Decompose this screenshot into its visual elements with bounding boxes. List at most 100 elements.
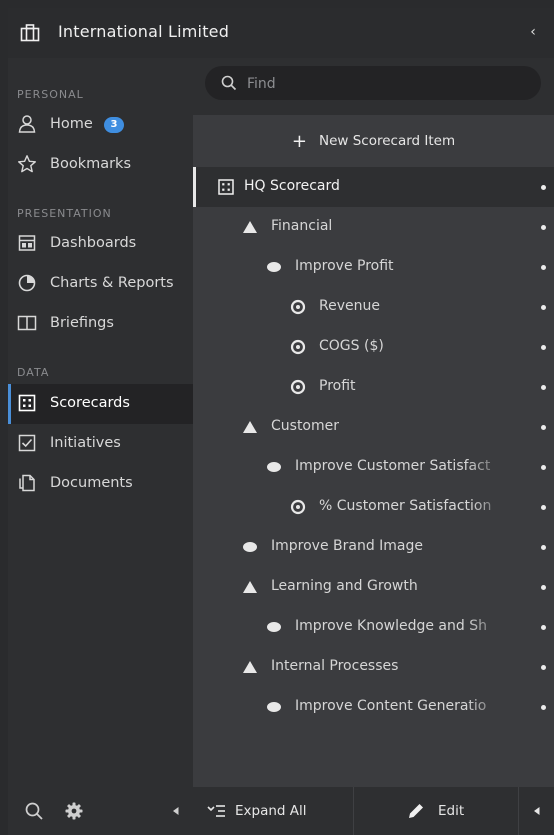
sidebar-item-charts-reports[interactable]: Charts & Reports — [8, 264, 193, 304]
tree-row-profit[interactable]: Profit — [193, 367, 554, 407]
search-input[interactable] — [245, 72, 529, 96]
section-label-personal: PERSONAL — [17, 88, 84, 101]
tree-row-label: Improve Profit — [295, 258, 394, 274]
triangle-icon — [243, 421, 257, 433]
dashboard-icon — [17, 233, 37, 253]
row-menu-icon[interactable] — [541, 305, 546, 310]
ellipse-icon — [243, 542, 257, 552]
row-menu-icon[interactable] — [541, 505, 546, 510]
row-menu-icon[interactable] — [541, 425, 546, 430]
tree-row-label: Improve Content Generatio — [295, 698, 487, 714]
tree-row-label: HQ Scorecard — [244, 178, 340, 194]
ellipse-icon — [267, 702, 281, 712]
expand-all-label: Expand All — [235, 803, 307, 819]
pie-chart-icon — [17, 273, 37, 293]
row-menu-icon[interactable] — [541, 625, 546, 630]
tree-row-label: % Customer Satisfaction — [319, 498, 492, 514]
tree-row-cogs[interactable]: COGS ($) — [193, 327, 554, 367]
scorecard-tree: HQ Scorecard Financial Improve Profit Re… — [193, 167, 554, 727]
row-menu-icon[interactable] — [541, 225, 546, 230]
chevron-left-icon[interactable]: ‹ — [526, 24, 540, 40]
tree-row-label: Improve Brand Image — [271, 538, 424, 554]
sidebar-item-label: Dashboards — [50, 235, 137, 251]
star-icon — [17, 154, 37, 174]
tree-row-label: Profit — [319, 378, 356, 394]
row-menu-icon[interactable] — [541, 705, 546, 710]
search-box[interactable] — [205, 66, 541, 100]
book-icon — [17, 313, 37, 333]
target-icon — [290, 379, 306, 395]
gear-icon[interactable] — [64, 801, 84, 821]
tree-row-learning-growth[interactable]: Learning and Growth — [193, 567, 554, 607]
tree-row-internal-processes[interactable]: Internal Processes — [193, 647, 554, 687]
tree-row-improve-knowledge[interactable]: Improve Knowledge and Sh — [193, 607, 554, 647]
triangle-left-icon[interactable] — [527, 801, 547, 821]
sidebar-item-bookmarks[interactable]: Bookmarks — [8, 145, 193, 185]
tree-row-label: Revenue — [319, 298, 380, 314]
target-icon — [290, 499, 306, 515]
main-panel: + New Scorecard Item HQ Scorecard Financ… — [193, 58, 554, 835]
expand-all-button[interactable]: Expand All — [207, 787, 307, 835]
sidebar-item-dashboards[interactable]: Dashboards — [8, 224, 193, 264]
triangle-icon — [243, 661, 257, 673]
footer-divider — [518, 787, 519, 835]
search-bar — [193, 58, 554, 115]
documents-icon — [17, 473, 37, 493]
tree-row-customer[interactable]: Customer — [193, 407, 554, 447]
tree-row-improve-brand-image[interactable]: Improve Brand Image — [193, 527, 554, 567]
tree-row-label: Internal Processes — [271, 658, 399, 674]
tree-row-hq-scorecard[interactable]: HQ Scorecard — [193, 167, 554, 207]
app-header: International Limited ‹ — [8, 8, 554, 58]
row-menu-icon[interactable] — [541, 585, 546, 590]
sidebar-item-label: Home — [50, 116, 93, 132]
row-menu-icon[interactable] — [541, 265, 546, 270]
sidebar-item-label: Briefings — [50, 315, 114, 331]
home-icon — [17, 114, 37, 134]
row-menu-icon[interactable] — [541, 545, 546, 550]
sidebar: PERSONAL Home 3 Bookmarks PRESENTATION D… — [8, 58, 193, 835]
tree-row-label: Financial — [271, 218, 333, 234]
pencil-icon — [409, 804, 423, 818]
tree-row-improve-customer-satisfaction[interactable]: Improve Customer Satisfact — [193, 447, 554, 487]
new-scorecard-item-button[interactable]: + New Scorecard Item — [193, 115, 554, 167]
tree-row-label: COGS ($) — [319, 338, 384, 354]
footer-divider — [353, 787, 354, 835]
row-menu-icon[interactable] — [541, 465, 546, 470]
row-menu-icon[interactable] — [541, 345, 546, 350]
briefcase-icon — [20, 24, 40, 42]
new-scorecard-item-label: New Scorecard Item — [318, 133, 456, 149]
tree-row-financial[interactable]: Financial — [193, 207, 554, 247]
ellipse-icon — [267, 622, 281, 632]
checkbox-icon — [17, 433, 37, 453]
tree-row-customer-satisfaction-percent[interactable]: % Customer Satisfaction — [193, 487, 554, 527]
notification-badge: 3 — [104, 117, 124, 133]
scorecard-icon — [218, 179, 234, 195]
main-footer: Expand All Edit — [193, 787, 554, 835]
row-menu-icon[interactable] — [541, 385, 546, 390]
target-icon — [290, 339, 306, 355]
triangle-left-icon[interactable] — [166, 801, 186, 821]
sidebar-item-label: Bookmarks — [50, 156, 132, 172]
expand-all-icon — [207, 805, 225, 817]
sidebar-item-briefings[interactable]: Briefings — [8, 304, 193, 344]
row-menu-icon[interactable] — [541, 185, 546, 190]
sidebar-footer — [8, 787, 193, 835]
organization-name[interactable]: International Limited — [58, 22, 229, 41]
sidebar-item-scorecards[interactable]: Scorecards — [8, 384, 193, 424]
search-icon[interactable] — [24, 801, 44, 821]
row-menu-icon[interactable] — [541, 665, 546, 670]
tree-row-improve-profit[interactable]: Improve Profit — [193, 247, 554, 287]
sidebar-item-label: Documents — [50, 475, 133, 491]
sidebar-item-label: Scorecards — [50, 395, 130, 411]
tree-row-improve-content-generation[interactable]: Improve Content Generatio — [193, 687, 554, 727]
triangle-icon — [243, 581, 257, 593]
scorecard-icon — [17, 393, 37, 413]
tree-row-revenue[interactable]: Revenue — [193, 287, 554, 327]
sidebar-item-home[interactable]: Home 3 — [8, 105, 193, 145]
plus-icon: + — [291, 130, 307, 152]
sidebar-item-label: Charts & Reports — [50, 275, 174, 291]
sidebar-item-documents[interactable]: Documents — [8, 464, 193, 504]
edit-button[interactable]: Edit — [406, 787, 464, 835]
tree-row-label: Improve Knowledge and Sh — [295, 618, 487, 634]
sidebar-item-initiatives[interactable]: Initiatives — [8, 424, 193, 464]
